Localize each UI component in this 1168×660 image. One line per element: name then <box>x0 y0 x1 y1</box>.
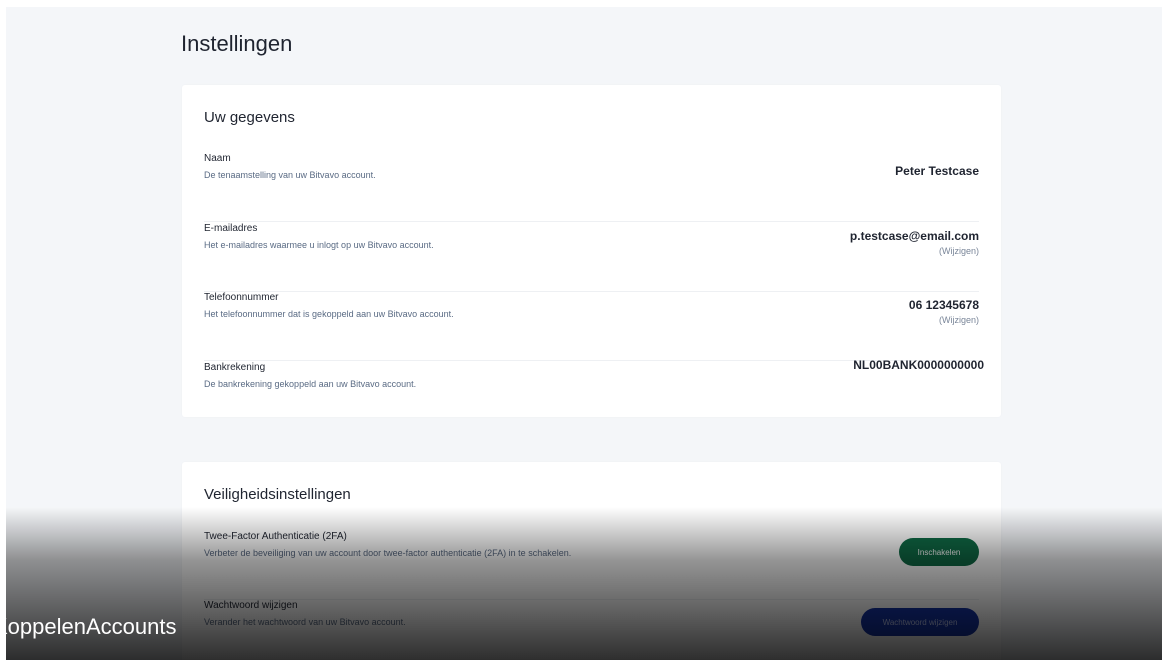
watermark: KoppelenAccounts <box>0 614 200 648</box>
name-value: Peter Testcase <box>895 164 979 178</box>
phone-change-link[interactable]: (Wijzigen) <box>939 315 979 325</box>
bank-account-label: Bankrekening <box>204 362 266 373</box>
email-change-link[interactable]: (Wijzigen) <box>939 246 979 256</box>
email-row: E-mailadres Het e-mailadres waarmee u in… <box>204 223 979 292</box>
two-factor-label: Twee-Factor Authenticatie (2FA) <box>204 531 347 542</box>
bank-account-row: Bankrekening De bankrekening gekoppeld a… <box>204 358 984 430</box>
name-label: Naam <box>204 153 231 164</box>
two-factor-row: Twee-Factor Authenticatie (2FA) Verbeter… <box>204 531 979 600</box>
name-row: Naam De tenaamstelling van uw Bitvavo ac… <box>204 153 979 222</box>
change-password-description: Verander het wachtwoord van uw Bitvavo a… <box>204 617 406 627</box>
bank-account-description: De bankrekening gekoppeld aan uw Bitvavo… <box>204 379 417 389</box>
phone-row: Telefoonnummer Het telefoonnummer dat is… <box>204 292 979 361</box>
settings-page: Instellingen Uw gegevens Naam De tenaams… <box>6 7 1162 660</box>
bank-account-value: NL00BANK0000000000 <box>853 358 984 372</box>
phone-value: 06 12345678 <box>908 298 979 312</box>
enable-2fa-button[interactable]: Inschakelen <box>899 538 979 566</box>
phone-label: Telefoonnummer <box>204 292 279 303</box>
page-title: Instellingen <box>181 31 293 56</box>
security-settings-card: Veiligheidsinstellingen Twee-Factor Auth… <box>182 462 1001 660</box>
security-settings-title: Veiligheidsinstellingen <box>204 486 351 503</box>
email-value: p.testcase@email.com <box>849 229 979 243</box>
change-password-button[interactable]: Wachtwoord wijzigen <box>861 608 979 636</box>
name-description: De tenaamstelling van uw Bitvavo account… <box>204 170 376 180</box>
email-description: Het e-mailadres waarmee u inlogt op uw B… <box>204 240 434 250</box>
personal-details-card: Uw gegevens Naam De tenaamstelling van u… <box>182 85 1001 417</box>
phone-description: Het telefoonnummer dat is gekoppeld aan … <box>204 309 454 319</box>
change-password-row: Wachtwoord wijzigen Verander het wachtwo… <box>204 600 979 660</box>
watermark-text: KoppelenAccounts <box>0 614 177 639</box>
personal-details-title: Uw gegevens <box>204 109 295 126</box>
two-factor-description: Verbeter de beveiliging van uw account d… <box>204 548 572 558</box>
change-password-label: Wachtwoord wijzigen <box>204 600 298 611</box>
email-label: E-mailadres <box>204 223 258 234</box>
